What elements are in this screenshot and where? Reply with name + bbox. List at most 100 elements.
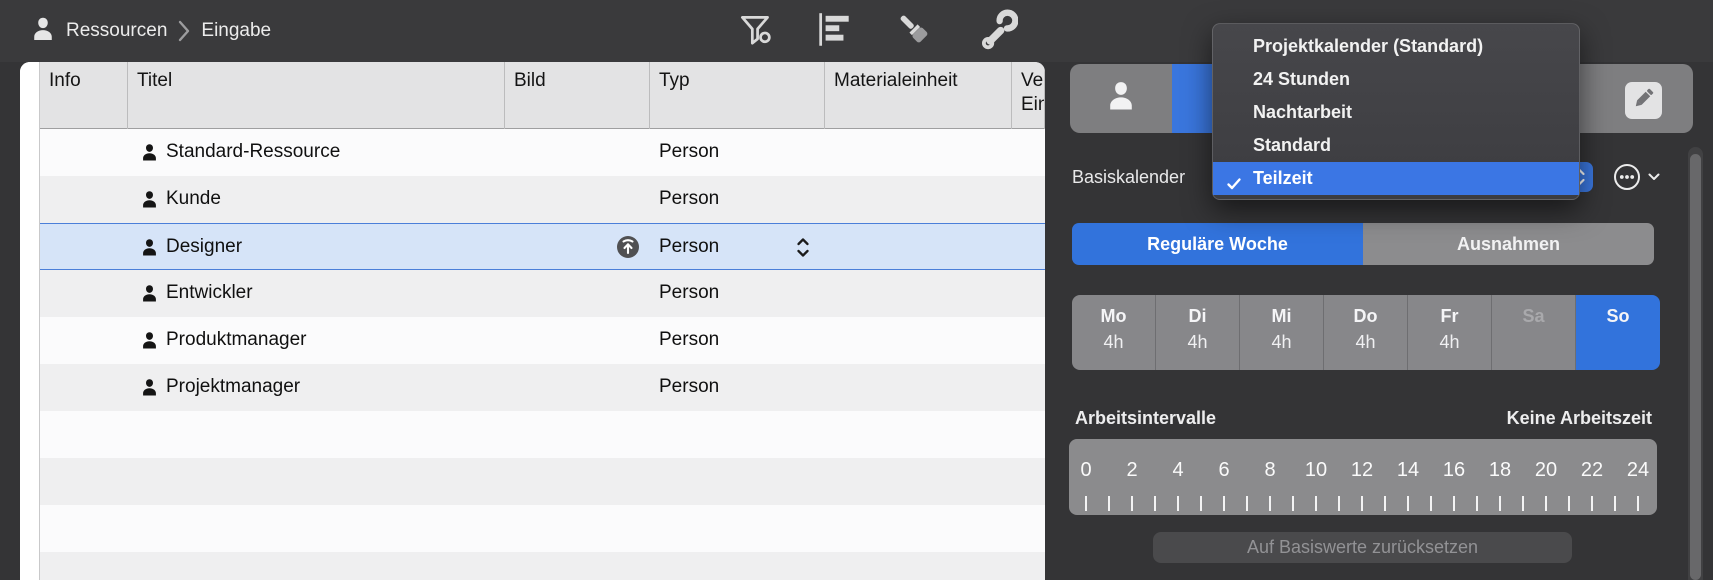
table-row[interactable]: Produktmanager Person	[20, 317, 1045, 364]
ruler-hour-label: 20	[1535, 459, 1557, 482]
weekday-label: So	[1576, 306, 1660, 327]
menu-item[interactable]: 24 Stunden	[1213, 63, 1579, 96]
menu-item[interactable]: Teilzeit	[1213, 162, 1579, 195]
ellipsis-circle-button[interactable]	[1612, 162, 1666, 192]
resource-typ: Person	[659, 188, 719, 210]
weekday-button-mi[interactable]: Mi 4h	[1240, 295, 1324, 370]
menu-item[interactable]: Projektkalender (Standard)	[1213, 30, 1579, 63]
table-row[interactable]: Entwickler Person	[20, 270, 1045, 317]
table-row[interactable]: Projektmanager Person	[20, 364, 1045, 411]
ruler-hour-label: 14	[1397, 459, 1419, 482]
weekday-hours: 4h	[1240, 332, 1323, 353]
table-header: InfoTitelBildTypMaterialeinheitVeEin	[20, 62, 1045, 129]
weekday-button-sa[interactable]: Sa	[1492, 295, 1576, 370]
tab-resource[interactable]	[1070, 64, 1172, 133]
tab-regular-week[interactable]: Reguläre Woche	[1072, 223, 1363, 265]
ruler-tick	[1522, 496, 1524, 511]
ruler-tick	[1108, 496, 1110, 511]
format-brush-icon[interactable]	[894, 9, 936, 51]
weekday-button-di[interactable]: Di 4h	[1156, 295, 1240, 370]
person-icon	[1105, 80, 1137, 117]
filter-funnel-icon[interactable]	[735, 9, 777, 51]
ruler-tick	[1545, 496, 1547, 511]
weekday-button-do[interactable]: Do 4h	[1324, 295, 1408, 370]
pencil-icon	[1631, 85, 1657, 116]
column-header-info[interactable]: Info	[40, 62, 128, 129]
resource-typ: Person	[659, 329, 719, 351]
ruler-tick	[1154, 496, 1156, 511]
checkmark-icon	[1226, 170, 1242, 203]
menu-item-label: Standard	[1253, 135, 1331, 155]
ruler-hour-label: 16	[1443, 459, 1465, 482]
ruler-hour-label: 8	[1264, 459, 1275, 482]
tab-exceptions[interactable]: Ausnahmen	[1363, 223, 1654, 265]
table-body: Standard-Ressource Person Kunde Person D…	[20, 129, 1045, 580]
ruler-tick	[1499, 496, 1501, 511]
work-intervals-ruler[interactable]: 024681012141618202224	[1069, 439, 1657, 515]
ruler-tick	[1453, 496, 1455, 511]
table-row[interactable]	[20, 458, 1045, 505]
ruler-hour-label: 2	[1126, 459, 1137, 482]
table-row[interactable]	[20, 411, 1045, 458]
menu-item-label: 24 Stunden	[1253, 69, 1350, 89]
column-header-bild[interactable]: Bild	[505, 62, 650, 129]
chevron-down-icon	[1650, 175, 1659, 180]
settings-wrench-icon[interactable]	[976, 9, 1018, 51]
menu-item[interactable]: Nachtarbeit	[1213, 96, 1579, 129]
breadcrumb-ressourcen[interactable]: Ressourcen	[66, 20, 167, 42]
ruler-tick	[1292, 496, 1294, 511]
stepper-icon[interactable]	[795, 236, 811, 264]
table-gutter	[20, 62, 40, 580]
reset-to-base-button[interactable]: Auf Basiswerte zurücksetzen	[1153, 532, 1572, 563]
column-header-typ[interactable]: Typ	[650, 62, 825, 129]
breadcrumb-eingabe[interactable]: Eingabe	[201, 20, 271, 42]
person-icon	[140, 190, 159, 214]
resource-title: Produktmanager	[166, 329, 306, 351]
resource-title: Standard-Ressource	[166, 141, 340, 163]
menu-item[interactable]: Standard	[1213, 129, 1579, 162]
breadcrumb: Ressourcen Eingabe	[30, 0, 271, 62]
menu-item-label: Projektkalender (Standard)	[1253, 36, 1483, 56]
ruler-hour-label: 18	[1489, 459, 1511, 482]
ruler-hour-label: 6	[1218, 459, 1229, 482]
ruler-tick	[1591, 496, 1593, 511]
weekday-button-mo[interactable]: Mo 4h	[1072, 295, 1156, 370]
ruler-tick	[1614, 496, 1616, 511]
table-row[interactable]	[20, 552, 1045, 580]
ruler-hour-label: 0	[1080, 459, 1091, 482]
outline-list-icon[interactable]	[813, 9, 855, 51]
ruler-tick	[1430, 496, 1432, 511]
menu-item-label: Nachtarbeit	[1253, 102, 1352, 122]
weekday-hours: 4h	[1408, 332, 1491, 353]
weekday-label: Do	[1324, 306, 1407, 327]
resource-typ: Person	[659, 141, 719, 163]
column-header-materialeinheit[interactable]: Materialeinheit	[825, 62, 1012, 129]
column-header-ve[interactable]: VeEin	[1012, 62, 1045, 129]
tab-edit[interactable]	[1625, 82, 1662, 119]
weekday-label: Sa	[1492, 306, 1575, 327]
weekday-buttons: Mo 4h Di 4h Mi 4h Do 4h Fr 4h Sa So	[1072, 295, 1660, 370]
resource-table: InfoTitelBildTypMaterialeinheitVeEin Sta…	[20, 62, 1045, 580]
weekday-hours: 4h	[1072, 332, 1155, 353]
ruler-tick	[1223, 496, 1225, 511]
person-icon	[140, 238, 159, 262]
table-row[interactable]: Kunde Person	[20, 176, 1045, 223]
keine-arbeitszeit-label: Keine Arbeitszeit	[1507, 408, 1652, 429]
weekday-button-so[interactable]: So	[1576, 295, 1660, 370]
resource-title: Entwickler	[166, 282, 253, 304]
arbeitsintervalle-label: Arbeitsintervalle	[1075, 408, 1216, 429]
table-row[interactable]: Standard-Ressource Person	[20, 129, 1045, 176]
table-row[interactable]	[20, 505, 1045, 552]
table-row[interactable]: Designer Person	[20, 223, 1045, 270]
scrollbar-thumb[interactable]	[1690, 154, 1701, 580]
ruler-tick	[1384, 496, 1386, 511]
resource-title: Designer	[166, 236, 242, 258]
person-icon	[140, 331, 159, 355]
calendar-dropdown-menu: Projektkalender (Standard) 24 Stunden Na…	[1212, 23, 1580, 200]
weekday-label: Di	[1156, 306, 1239, 327]
ruler-hour-label: 24	[1627, 459, 1649, 482]
resource-title: Projektmanager	[166, 376, 300, 398]
column-header-titel[interactable]: Titel	[128, 62, 505, 129]
weekday-button-fr[interactable]: Fr 4h	[1408, 295, 1492, 370]
ruler-hour-label: 4	[1172, 459, 1183, 482]
